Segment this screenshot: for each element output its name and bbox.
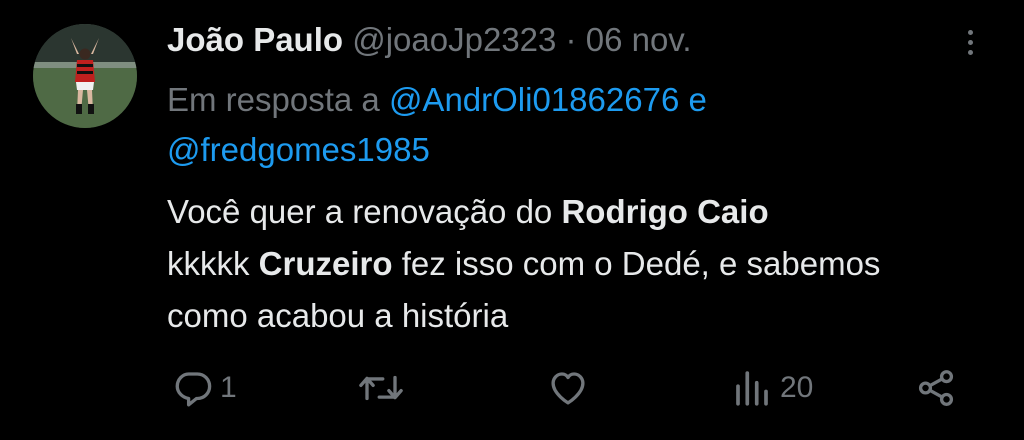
reply-prefix: Em resposta a [167,81,380,118]
views-icon [736,371,768,406]
tweet-text-part-2: kkkkk [167,245,259,282]
tweet-date[interactable]: 06 nov. [586,21,692,58]
tweet-header: João Paulo @joaoJp2323 · 06 nov. [167,20,954,60]
reply-button[interactable]: 1 [172,360,237,416]
share-icon [918,370,954,406]
action-bar: 1 20 [0,360,1024,416]
tweet-text-bold-2: Cruzeiro [258,245,393,282]
views-button[interactable]: 20 [730,360,813,416]
like-icon [551,372,585,405]
author-handle[interactable]: @joaoJp2323 [352,21,556,58]
header-separator: · [565,21,577,58]
retweet-icon [359,375,403,401]
reply-mention-1[interactable]: @AndrOli01862676 [389,81,679,118]
reply-count: 1 [220,371,237,404]
like-button[interactable] [546,360,596,416]
tweet-text-bold-1: Rodrigo Caio [561,193,769,230]
avatar-player-image [33,24,137,128]
tweet-text: Você quer a renovação do Rodrigo Caio kkk… [167,186,927,342]
more-options-icon[interactable] [958,22,982,62]
reply-icon [175,372,212,407]
tweet-text-part-1: Você quer a renovação do [167,193,562,230]
reply-mention-2[interactable]: @fredgomes1985 [167,131,430,168]
avatar[interactable] [33,24,137,128]
share-button[interactable] [914,360,958,416]
retweet-button[interactable] [356,360,412,416]
reply-joiner: e [688,81,707,118]
author-name[interactable]: João Paulo [167,21,343,58]
reply-context: Em resposta a @AndrOli01862676 e @fredgo… [167,75,867,175]
views-count: 20 [780,371,814,404]
